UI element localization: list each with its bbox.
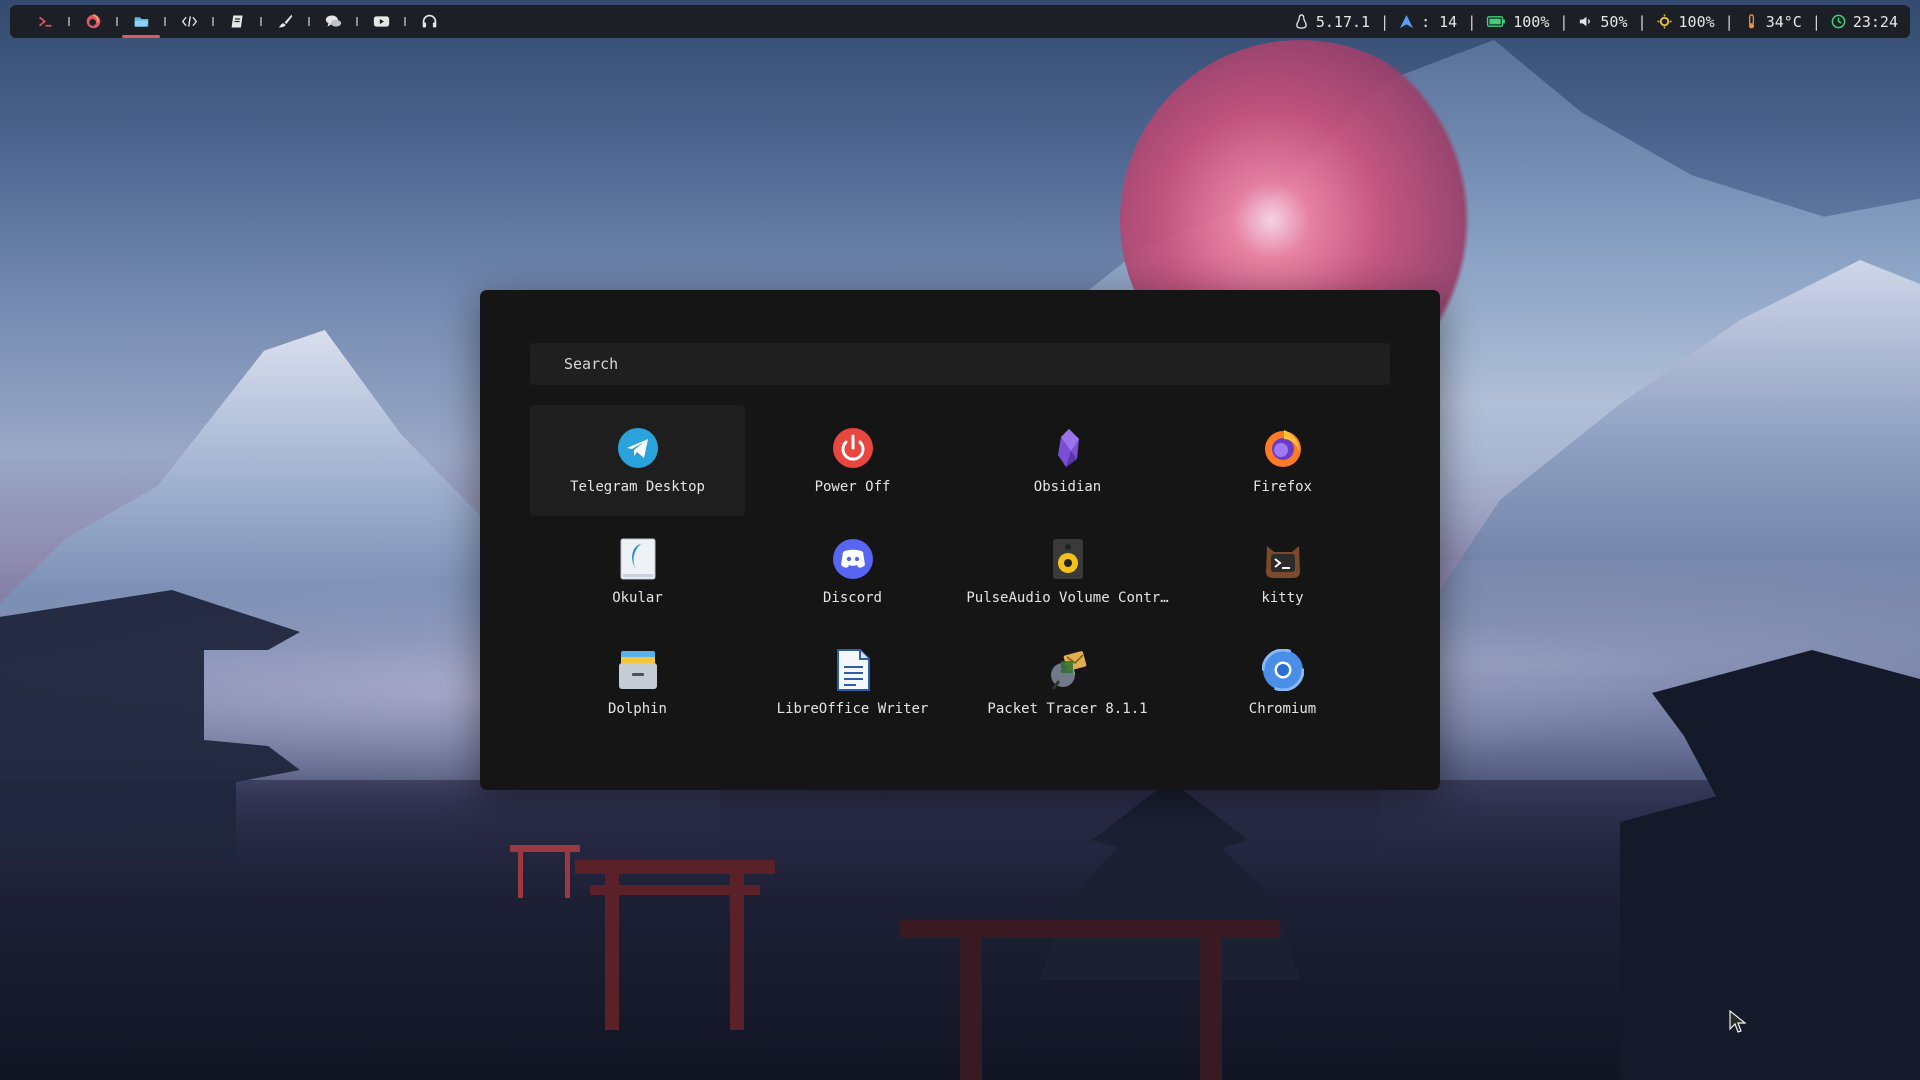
status-separator: | [1637,12,1647,31]
app-label: kitty [1261,589,1304,606]
app-label: Telegram Desktop [570,478,705,495]
telegram-icon [617,427,659,469]
wallpaper-torii-small-post [565,848,570,898]
thermometer-icon [1748,14,1754,29]
app-grid: Telegram Desktop Power Off Obsidian Fire… [530,405,1390,738]
temperature-value: 34°C [1765,12,1802,31]
app-label: Okular [612,589,663,606]
packet-tracer-icon [1047,649,1089,691]
app-label: PulseAudio Volume Contr… [966,589,1169,606]
temperature-indicator: 34°C [1744,13,1802,31]
workspace-code[interactable] [166,5,212,38]
app-libreoffice-writer[interactable]: LibreOffice Writer [745,627,960,738]
workspace-music[interactable] [406,5,452,38]
chromium-icon [1261,648,1304,691]
clock-icon [1831,14,1846,29]
kernel-version: 5.17.1 [1315,12,1371,31]
battery-level: 100% [1513,12,1550,31]
app-label: Packet Tracer 8.1.1 [987,700,1148,717]
brightness-icon [1657,14,1672,29]
brightness-indicator[interactable]: 100% [1657,13,1715,31]
wallpaper-torii-mid-post [730,870,744,1030]
workspace-books[interactable] [214,5,260,38]
book-icon [231,15,243,28]
kitty-icon [1262,538,1304,580]
wallpaper-torii-front-post [1200,930,1222,1080]
workspace-files[interactable] [118,5,164,38]
status-area: 5.17.1 | : 14 | 100% | 50% | 100% | 34°C… [1294,13,1898,31]
app-dolphin[interactable]: Dolphin [530,627,745,738]
writer-icon [832,648,874,691]
status-separator: | [1811,12,1821,31]
speaker-icon [1047,538,1089,580]
battery-indicator[interactable]: 100% [1486,13,1549,31]
workspace-video[interactable] [358,5,404,38]
status-separator: | [1467,12,1477,31]
youtube-icon [373,16,389,27]
wallpaper-torii-front-post [960,930,982,1080]
code-icon [181,16,197,27]
app-label: LibreOffice Writer [776,700,929,717]
terminal-icon [38,16,51,27]
firefox-icon [86,13,100,29]
app-label: Obsidian [1033,478,1102,495]
clock[interactable]: 23:24 [1831,13,1898,31]
volume-icon [1580,16,1591,27]
app-label: Discord [822,589,882,606]
status-separator: | [1559,12,1569,31]
arch-update-icon [1400,14,1414,29]
app-obsidian[interactable]: Obsidian [960,405,1175,516]
okular-icon [617,538,659,580]
headphones-icon [422,14,436,28]
app-packet-tracer[interactable]: Packet Tracer 8.1.1 [960,627,1175,738]
updates-indicator[interactable]: : 14 [1399,13,1457,31]
app-discord[interactable]: Discord [745,516,960,627]
folder-icon [134,17,148,27]
mouse-cursor-icon [1729,1010,1746,1033]
app-firefox[interactable]: Firefox [1175,405,1390,516]
clock-time: 23:24 [1852,12,1898,31]
updates-count: : 14 [1421,12,1458,31]
wallpaper-torii-mid-post [605,870,619,1030]
top-bar: 5.17.1 | : 14 | 100% | 50% | 100% | 34°C… [10,5,1910,38]
battery-icon [1487,16,1506,27]
obsidian-icon [1047,427,1089,469]
volume-level: 50% [1600,12,1628,31]
app-label: Chromium [1248,700,1317,717]
status-separator: | [1380,12,1390,31]
brush-icon [278,14,292,28]
workspace-terminal[interactable] [22,5,68,38]
workspace-design[interactable] [262,5,308,38]
app-label: Dolphin [607,700,667,717]
app-label: Power Off [814,478,891,495]
app-power-off[interactable]: Power Off [745,405,960,516]
app-chromium[interactable]: Chromium [1175,627,1390,738]
firefox-icon [1262,427,1304,469]
app-pulseaudio-volume-control[interactable]: PulseAudio Volume Contr… [960,516,1175,627]
search-input[interactable] [530,343,1390,385]
discord-icon [832,538,874,580]
linux-icon [1296,14,1307,29]
app-telegram-desktop[interactable]: Telegram Desktop [530,405,745,516]
workspace-list [22,5,452,38]
dolphin-icon [617,649,659,691]
app-okular[interactable]: Okular [530,516,745,627]
search-box [530,343,1390,385]
wallpaper-torii-small-post [518,848,523,898]
workspace-chat[interactable] [310,5,356,38]
app-kitty[interactable]: kitty [1175,516,1390,627]
status-separator: | [1724,12,1734,31]
power-icon [832,427,874,469]
app-launcher: Telegram Desktop Power Off Obsidian Fire… [480,290,1440,790]
kernel-indicator: 5.17.1 [1294,13,1370,31]
workspace-firefox[interactable] [70,5,116,38]
brightness-level: 100% [1678,12,1715,31]
app-label: Firefox [1252,478,1312,495]
wallpaper-torii-front [900,920,1280,938]
volume-indicator[interactable]: 50% [1578,12,1628,31]
chat-icon [325,15,341,27]
